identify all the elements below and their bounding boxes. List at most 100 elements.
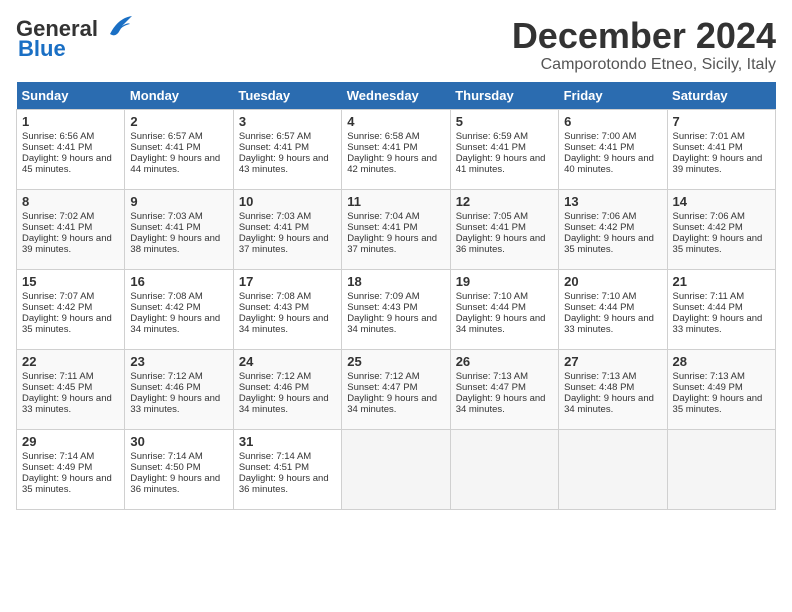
sunrise: Sunrise: 6:59 AM	[456, 131, 528, 142]
calendar-table: SundayMondayTuesdayWednesdayThursdayFrid…	[16, 82, 776, 510]
header-friday: Friday	[559, 82, 667, 110]
sunset: Sunset: 4:41 PM	[456, 222, 526, 233]
sunrise: Sunrise: 7:08 AM	[130, 291, 202, 302]
calendar-cell: 13Sunrise: 7:06 AMSunset: 4:42 PMDayligh…	[559, 189, 667, 269]
day-number: 27	[564, 354, 661, 369]
calendar-cell: 9Sunrise: 7:03 AMSunset: 4:41 PMDaylight…	[125, 189, 233, 269]
sunset: Sunset: 4:41 PM	[564, 142, 634, 153]
daylight: Daylight: 9 hours and 37 minutes.	[239, 233, 329, 255]
day-number: 5	[456, 114, 553, 129]
sunrise: Sunrise: 6:56 AM	[22, 131, 94, 142]
title-block: December 2024 Camporotondo Etneo, Sicily…	[512, 16, 776, 74]
calendar-cell: 3Sunrise: 6:57 AMSunset: 4:41 PMDaylight…	[233, 109, 341, 189]
daylight: Daylight: 9 hours and 39 minutes.	[22, 233, 112, 255]
sunrise: Sunrise: 7:11 AM	[22, 371, 94, 382]
day-number: 19	[456, 274, 553, 289]
sunrise: Sunrise: 7:12 AM	[130, 371, 202, 382]
sunset: Sunset: 4:51 PM	[239, 462, 309, 473]
calendar-cell: 2Sunrise: 6:57 AMSunset: 4:41 PMDaylight…	[125, 109, 233, 189]
calendar-cell: 20Sunrise: 7:10 AMSunset: 4:44 PMDayligh…	[559, 269, 667, 349]
day-number: 31	[239, 434, 336, 449]
sunset: Sunset: 4:43 PM	[239, 302, 309, 313]
sunset: Sunset: 4:42 PM	[673, 222, 743, 233]
day-number: 28	[673, 354, 770, 369]
daylight: Daylight: 9 hours and 34 minutes.	[347, 313, 437, 335]
sunset: Sunset: 4:44 PM	[564, 302, 634, 313]
sunrise: Sunrise: 7:09 AM	[347, 291, 419, 302]
location: Camporotondo Etneo, Sicily, Italy	[512, 56, 776, 74]
sunrise: Sunrise: 7:03 AM	[239, 211, 311, 222]
calendar-cell: 21Sunrise: 7:11 AMSunset: 4:44 PMDayligh…	[667, 269, 775, 349]
sunrise: Sunrise: 7:14 AM	[239, 451, 311, 462]
week-row-4: 22Sunrise: 7:11 AMSunset: 4:45 PMDayligh…	[17, 349, 776, 429]
sunset: Sunset: 4:41 PM	[22, 222, 92, 233]
calendar-cell: 7Sunrise: 7:01 AMSunset: 4:41 PMDaylight…	[667, 109, 775, 189]
calendar-cell	[559, 429, 667, 509]
daylight: Daylight: 9 hours and 45 minutes.	[22, 153, 112, 175]
sunset: Sunset: 4:42 PM	[130, 302, 200, 313]
daylight: Daylight: 9 hours and 34 minutes.	[239, 393, 329, 415]
daylight: Daylight: 9 hours and 33 minutes.	[673, 313, 763, 335]
day-number: 11	[347, 194, 444, 209]
daylight: Daylight: 9 hours and 35 minutes.	[564, 233, 654, 255]
sunset: Sunset: 4:44 PM	[456, 302, 526, 313]
sunset: Sunset: 4:47 PM	[347, 382, 417, 393]
sunrise: Sunrise: 7:12 AM	[239, 371, 311, 382]
sunrise: Sunrise: 7:10 AM	[456, 291, 528, 302]
daylight: Daylight: 9 hours and 36 minutes.	[239, 473, 329, 495]
calendar-cell: 12Sunrise: 7:05 AMSunset: 4:41 PMDayligh…	[450, 189, 558, 269]
sunset: Sunset: 4:44 PM	[673, 302, 743, 313]
daylight: Daylight: 9 hours and 36 minutes.	[130, 473, 220, 495]
sunrise: Sunrise: 6:57 AM	[239, 131, 311, 142]
week-row-3: 15Sunrise: 7:07 AMSunset: 4:42 PMDayligh…	[17, 269, 776, 349]
day-number: 21	[673, 274, 770, 289]
sunset: Sunset: 4:41 PM	[347, 222, 417, 233]
day-number: 10	[239, 194, 336, 209]
page-header: General Blue December 2024 Camporotondo …	[16, 16, 776, 74]
daylight: Daylight: 9 hours and 36 minutes.	[456, 233, 546, 255]
sunrise: Sunrise: 7:01 AM	[673, 131, 745, 142]
header-monday: Monday	[125, 82, 233, 110]
daylight: Daylight: 9 hours and 35 minutes.	[22, 473, 112, 495]
sunrise: Sunrise: 7:07 AM	[22, 291, 94, 302]
sunrise: Sunrise: 7:02 AM	[22, 211, 94, 222]
logo: General Blue	[16, 16, 132, 62]
week-row-1: 1Sunrise: 6:56 AMSunset: 4:41 PMDaylight…	[17, 109, 776, 189]
sunrise: Sunrise: 7:10 AM	[564, 291, 636, 302]
logo-bird-icon	[100, 16, 132, 38]
sunset: Sunset: 4:49 PM	[673, 382, 743, 393]
header-thursday: Thursday	[450, 82, 558, 110]
calendar-cell: 14Sunrise: 7:06 AMSunset: 4:42 PMDayligh…	[667, 189, 775, 269]
sunset: Sunset: 4:41 PM	[22, 142, 92, 153]
daylight: Daylight: 9 hours and 34 minutes.	[564, 393, 654, 415]
sunset: Sunset: 4:41 PM	[347, 142, 417, 153]
calendar-cell: 30Sunrise: 7:14 AMSunset: 4:50 PMDayligh…	[125, 429, 233, 509]
sunset: Sunset: 4:42 PM	[22, 302, 92, 313]
calendar-body: 1Sunrise: 6:56 AMSunset: 4:41 PMDaylight…	[17, 109, 776, 509]
day-number: 14	[673, 194, 770, 209]
sunset: Sunset: 4:50 PM	[130, 462, 200, 473]
calendar-cell	[450, 429, 558, 509]
daylight: Daylight: 9 hours and 37 minutes.	[347, 233, 437, 255]
sunrise: Sunrise: 7:06 AM	[673, 211, 745, 222]
day-number: 16	[130, 274, 227, 289]
sunrise: Sunrise: 7:03 AM	[130, 211, 202, 222]
logo-text-blue: Blue	[18, 36, 66, 62]
daylight: Daylight: 9 hours and 38 minutes.	[130, 233, 220, 255]
daylight: Daylight: 9 hours and 33 minutes.	[130, 393, 220, 415]
header-saturday: Saturday	[667, 82, 775, 110]
sunrise: Sunrise: 7:05 AM	[456, 211, 528, 222]
daylight: Daylight: 9 hours and 44 minutes.	[130, 153, 220, 175]
daylight: Daylight: 9 hours and 42 minutes.	[347, 153, 437, 175]
week-row-2: 8Sunrise: 7:02 AMSunset: 4:41 PMDaylight…	[17, 189, 776, 269]
daylight: Daylight: 9 hours and 34 minutes.	[347, 393, 437, 415]
calendar-cell: 10Sunrise: 7:03 AMSunset: 4:41 PMDayligh…	[233, 189, 341, 269]
daylight: Daylight: 9 hours and 41 minutes.	[456, 153, 546, 175]
sunrise: Sunrise: 7:04 AM	[347, 211, 419, 222]
calendar-cell: 6Sunrise: 7:00 AMSunset: 4:41 PMDaylight…	[559, 109, 667, 189]
day-number: 6	[564, 114, 661, 129]
day-number: 3	[239, 114, 336, 129]
day-number: 25	[347, 354, 444, 369]
sunrise: Sunrise: 7:08 AM	[239, 291, 311, 302]
calendar-cell: 31 Sunrise: 7:14 AMSunset: 4:51 PMDayligh…	[233, 429, 341, 509]
